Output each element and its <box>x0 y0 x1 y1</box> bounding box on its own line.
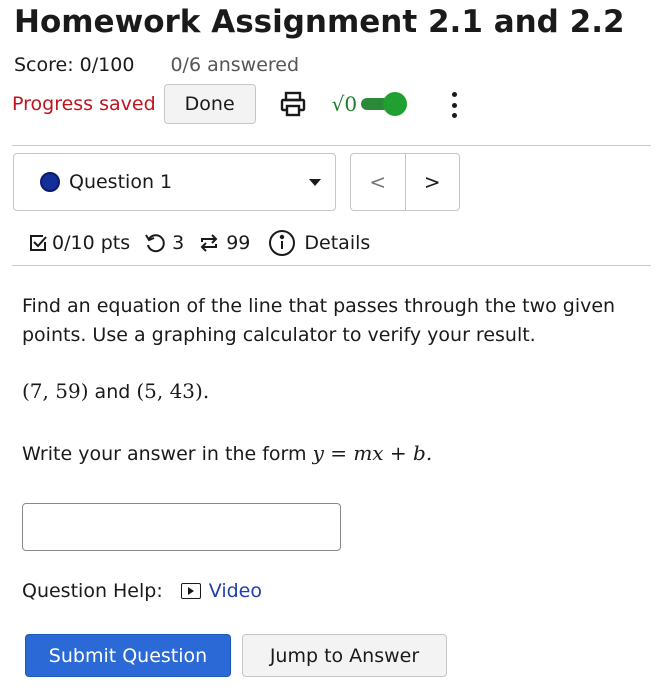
score-row: Score: 0/100 0/6 answered <box>14 54 299 76</box>
retry-icon <box>144 232 166 254</box>
progress-status: Progress saved <box>12 93 156 115</box>
previous-question-button[interactable]: < <box>351 154 406 210</box>
divider <box>12 265 651 266</box>
checkbox-icon <box>28 233 48 253</box>
question-help-label: Question Help: <box>22 580 163 602</box>
question-select-label: Question 1 <box>69 171 173 193</box>
toggle-switch[interactable] <box>361 92 408 116</box>
retries-count: 3 <box>172 232 185 254</box>
info-icon[interactable] <box>268 229 296 257</box>
divider <box>12 145 651 146</box>
question-select[interactable]: Question 1 <box>13 153 336 211</box>
attempts-icon <box>198 232 220 254</box>
sqrt-icon: √0 <box>331 92 358 116</box>
assignment-title: Homework Assignment 2.1 and 2.2 <box>14 4 625 40</box>
video-link-label: Video <box>208 580 262 602</box>
given-points: (7, 59) and (5, 43). <box>22 379 209 403</box>
attempts-count: 99 <box>226 232 251 254</box>
answer-form-instructions: Write your answer in the form y = mx + b… <box>22 441 432 465</box>
score-value: Score: 0/100 <box>14 54 135 76</box>
answer-input[interactable] <box>22 503 341 551</box>
submit-question-button[interactable]: Submit Question <box>25 634 231 677</box>
video-link[interactable]: Video <box>180 580 262 602</box>
form-prefix: Write your answer in the form <box>22 443 307 465</box>
next-question-button[interactable]: > <box>405 154 459 210</box>
question-status-dot <box>40 172 60 192</box>
question-help: Question Help: Video <box>22 577 262 605</box>
toolbar: Progress saved Done √0 <box>12 84 408 124</box>
problem-text: Find an equation of the line that passes… <box>22 295 616 346</box>
more-vertical-icon[interactable] <box>447 88 461 122</box>
video-icon <box>180 583 201 599</box>
chevron-down-icon <box>309 179 321 186</box>
points-value: 0/10 pts <box>52 232 131 254</box>
point-one: (7, 59) <box>22 379 89 403</box>
jump-to-answer-button[interactable]: Jump to Answer <box>242 634 447 677</box>
question-nav: < > <box>350 153 460 211</box>
points-conjunction: and <box>94 381 131 403</box>
math-entry-toggle[interactable]: √0 <box>331 92 408 116</box>
form-equation: y = mx + b. <box>312 441 433 465</box>
print-icon[interactable] <box>278 89 308 119</box>
answered-count: 0/6 answered <box>170 54 300 76</box>
point-two: (5, 43). <box>136 379 210 403</box>
question-meta: 0/10 pts 3 99 Details <box>28 228 370 258</box>
done-button[interactable]: Done <box>163 84 256 124</box>
details-link[interactable]: Details <box>304 232 370 254</box>
